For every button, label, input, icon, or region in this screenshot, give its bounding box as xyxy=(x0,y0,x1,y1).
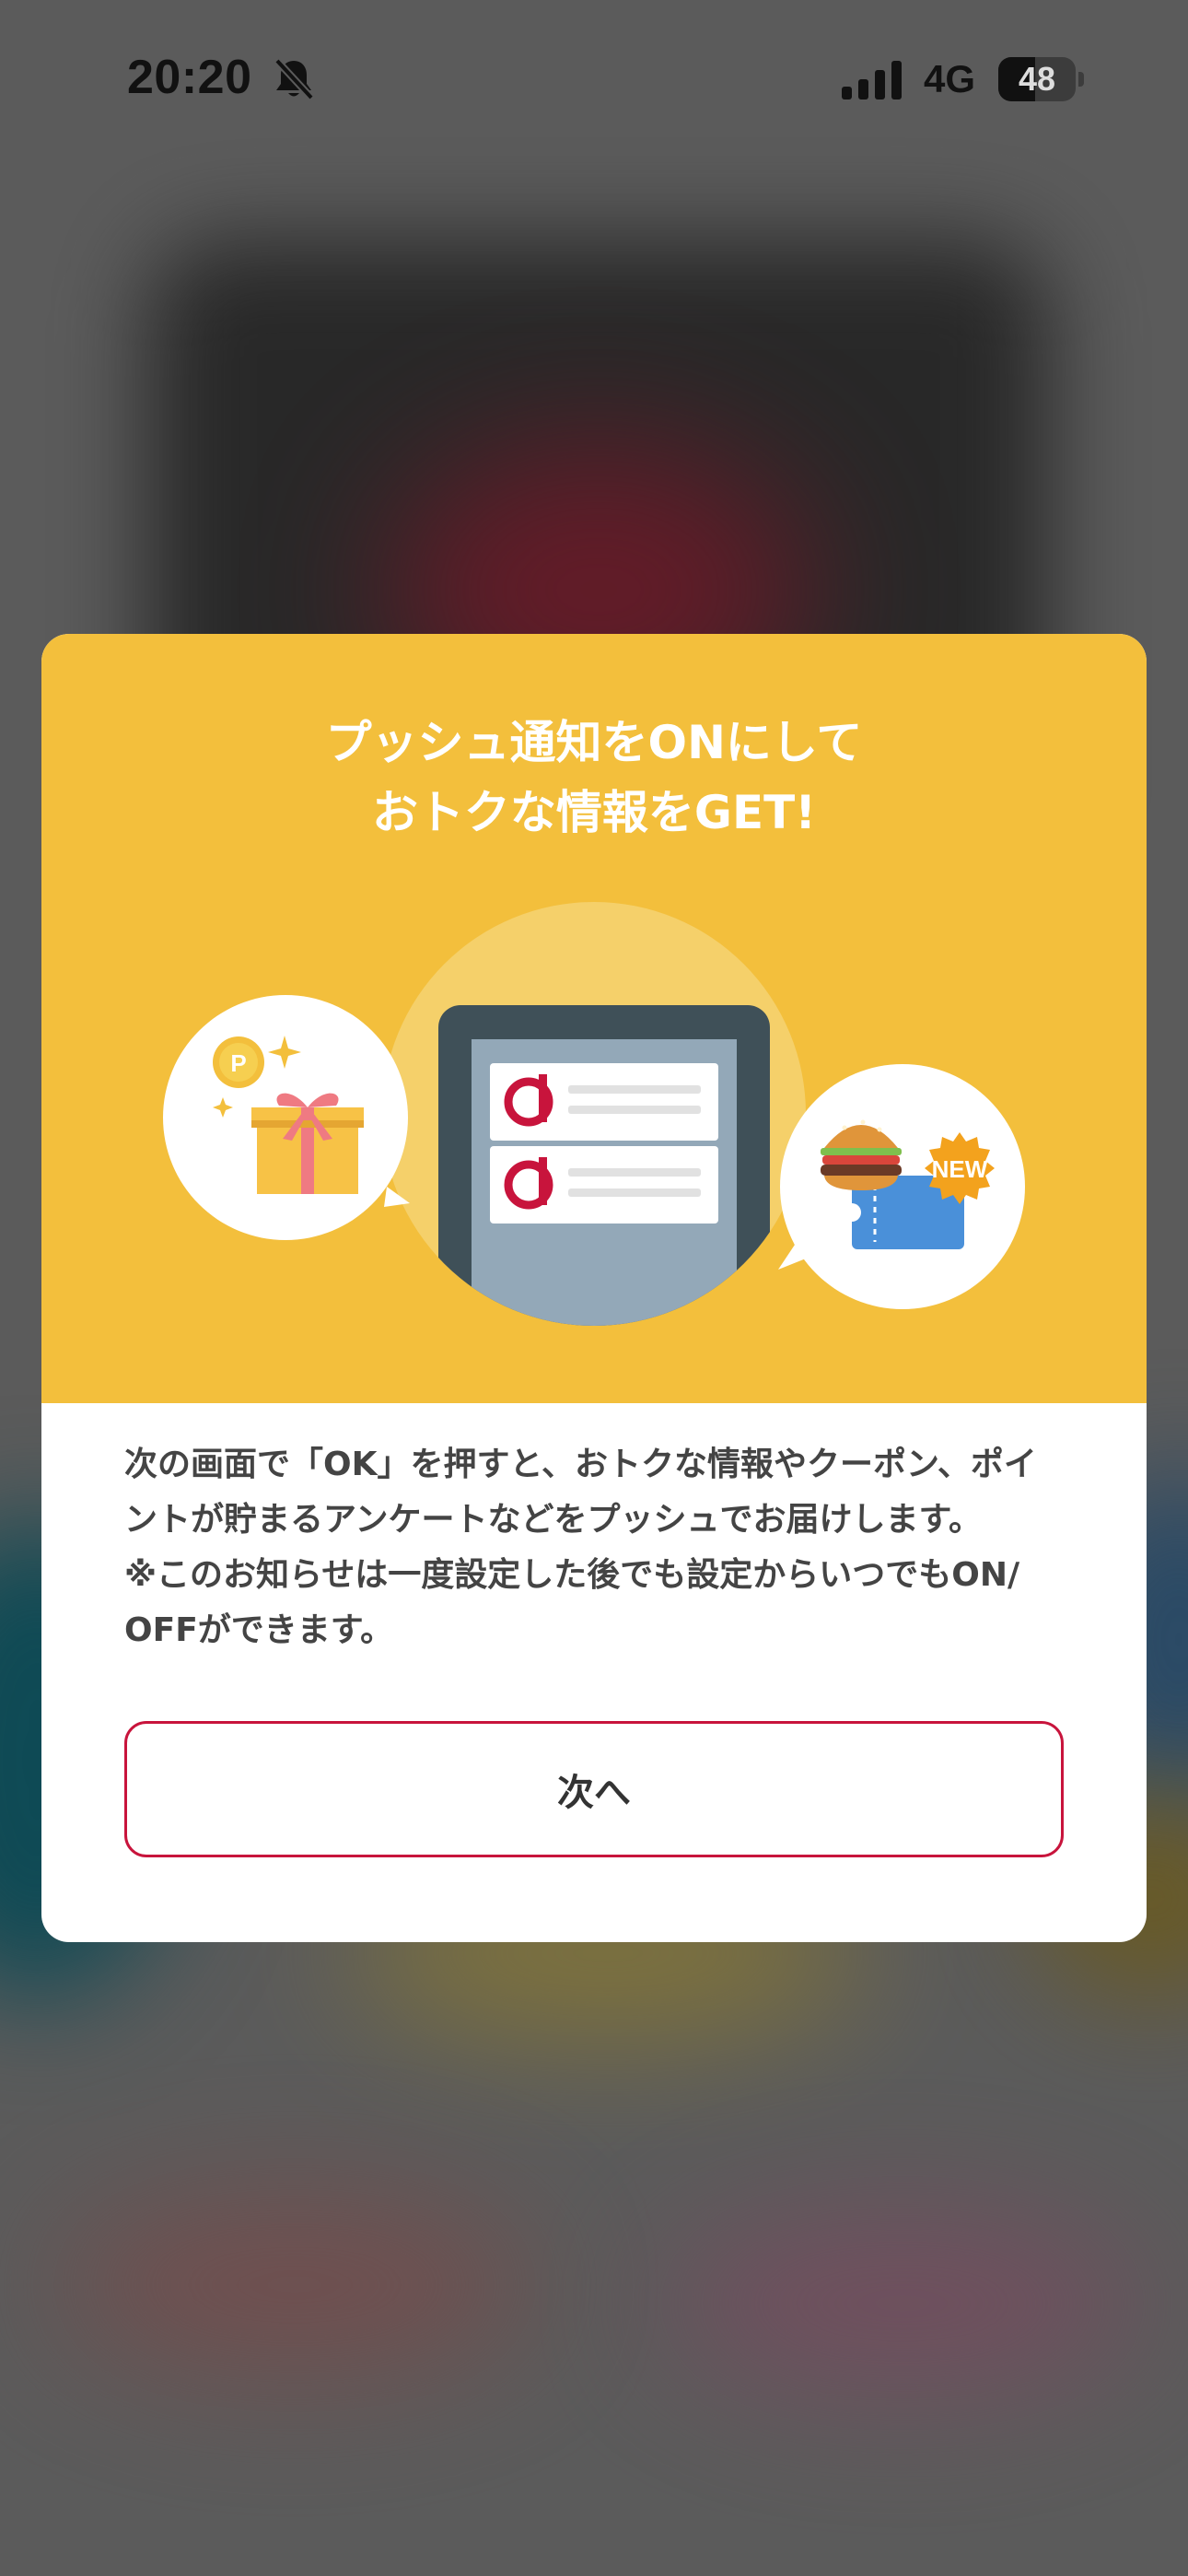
description-line: OFFができます。 xyxy=(124,1611,394,1649)
notification-illustration: P NEW xyxy=(163,902,1025,1326)
bell-slash-icon xyxy=(273,57,315,105)
modal-description: 次の画面で「OK」を押すと、おトクな情報やクーポン、ポイ ントが貯まるアンケート… xyxy=(124,1437,1073,1658)
gift-icon xyxy=(251,1093,364,1194)
phone-notifications-icon xyxy=(438,1005,770,1326)
modal-header: プッシュ通知をONにして おトクな情報をGET! P NEW xyxy=(41,634,1147,1403)
svg-text:NEW: NEW xyxy=(932,1155,988,1183)
coupon-bubble: NEW xyxy=(778,1064,1025,1309)
description-line: ントが貯まるアンケートなどをプッシュでお届けします。 xyxy=(124,1501,982,1539)
screen: 20:20 4G 48 プッシュ通知をONにして おトクな情報をGET! P N… xyxy=(0,0,1188,2576)
description-line: ※このお知らせは一度設定した後でも設定からいつでもON/ xyxy=(124,1556,1020,1594)
svg-text:P: P xyxy=(230,1049,246,1077)
status-time: 20:20 xyxy=(127,51,252,104)
battery-level: 48 xyxy=(1018,60,1056,98)
gift-bubble: P xyxy=(163,995,410,1240)
network-type: 4G xyxy=(924,57,976,100)
status-bar: 20:20 4G 48 xyxy=(0,0,1188,157)
battery-icon: 48 xyxy=(998,57,1076,101)
next-button[interactable]: 次へ xyxy=(124,1721,1064,1857)
cellular-signal-icon xyxy=(842,61,903,103)
description-line: 次の画面で「OK」を押すと、おトクな情報やクーポン、ポイ xyxy=(124,1446,1037,1483)
battery-cap xyxy=(1078,72,1084,87)
push-notification-modal: プッシュ通知をONにして おトクな情報をGET! P NEW 次の画面で「OK」… xyxy=(41,634,1147,1942)
point-coin-icon: P xyxy=(213,1036,264,1088)
